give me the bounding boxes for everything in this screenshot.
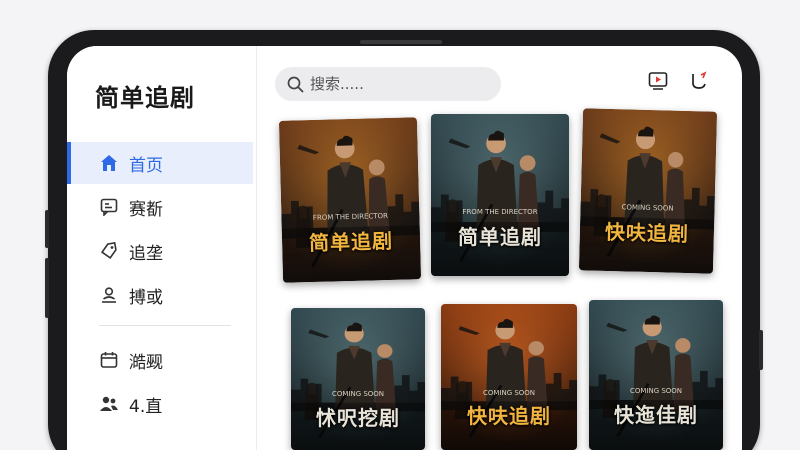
poster-card[interactable]: 快呋追剧 COMING SOON bbox=[578, 108, 718, 274]
sidebar-item-news[interactable]: 赛斱 bbox=[67, 186, 253, 228]
sidebar-item-label: 首页 bbox=[129, 155, 163, 176]
sidebar-divider bbox=[99, 325, 231, 326]
search-icon bbox=[287, 76, 304, 93]
poster-card[interactable]: 怵呎挖剧 COMING SOON bbox=[291, 308, 425, 450]
poster-title: 简单追剧 bbox=[458, 225, 542, 249]
screen: 简单追剧 首页 赛斱 追垄 搏或 澔觋 4.直 搜索..... 简单追剧 FRO… bbox=[67, 46, 742, 450]
poster-title: 快呋追剧 bbox=[467, 404, 551, 428]
calendar-icon bbox=[99, 350, 119, 370]
poster-card[interactable]: 快迤佳剧 COMING SOON bbox=[589, 300, 723, 450]
poster-tagline: COMING SOON bbox=[482, 389, 536, 397]
poster-tagline: COMING SOON bbox=[629, 387, 683, 395]
poster-card[interactable]: 简单追剧 FROM THE DIRECTOR bbox=[278, 117, 422, 283]
play-icon[interactable] bbox=[646, 69, 670, 93]
poster-title: 快呋追剧 bbox=[604, 219, 690, 247]
sidebar-item-label: 追垄 bbox=[129, 243, 163, 264]
poster-title: 快迤佳剧 bbox=[614, 403, 698, 427]
poster-image bbox=[431, 114, 569, 276]
sidebar-item-label: 赛斱 bbox=[129, 199, 163, 220]
sidebar-item-schedule[interactable]: 澔觋 bbox=[67, 339, 253, 381]
poster-title: 简单追剧 bbox=[308, 228, 394, 256]
sidebar-item-label: 4.直 bbox=[129, 396, 163, 417]
users-icon bbox=[99, 394, 119, 414]
side-button bbox=[759, 330, 763, 370]
notification-icon[interactable] bbox=[687, 69, 711, 93]
poster-tagline: FROM THE DIRECTOR bbox=[462, 208, 538, 216]
tag-icon bbox=[99, 241, 119, 261]
sidebar-item-home[interactable]: 首页 bbox=[67, 142, 253, 184]
poster-image bbox=[578, 108, 718, 274]
message-icon bbox=[99, 197, 119, 217]
sidebar: 简单追剧 首页 赛斱 追垄 搏或 澔觋 4.直 bbox=[67, 46, 257, 450]
search-bar[interactable] bbox=[275, 67, 501, 101]
poster-title: 怵呎挖剧 bbox=[316, 406, 400, 430]
search-input[interactable] bbox=[310, 75, 480, 93]
poster-card[interactable]: 简单追剧 FROM THE DIRECTOR bbox=[431, 114, 569, 276]
camera-bar bbox=[360, 40, 442, 44]
app-title: 简单追剧 bbox=[95, 84, 195, 112]
sidebar-item-profile[interactable]: 搏或 bbox=[67, 274, 253, 316]
volume-button bbox=[45, 210, 49, 248]
power-button bbox=[45, 258, 49, 318]
poster-tagline: COMING SOON bbox=[331, 390, 385, 398]
sidebar-item-label: 搏或 bbox=[129, 287, 163, 308]
home-icon bbox=[99, 153, 119, 173]
sidebar-item-follow[interactable]: 追垄 bbox=[67, 230, 253, 272]
poster-card[interactable]: 快呋追剧 COMING SOON bbox=[441, 304, 577, 450]
poster-image bbox=[278, 117, 422, 283]
sidebar-item-users[interactable]: 4.直 bbox=[67, 383, 253, 425]
sidebar-item-label: 澔觋 bbox=[129, 352, 163, 373]
person-icon bbox=[99, 285, 119, 305]
